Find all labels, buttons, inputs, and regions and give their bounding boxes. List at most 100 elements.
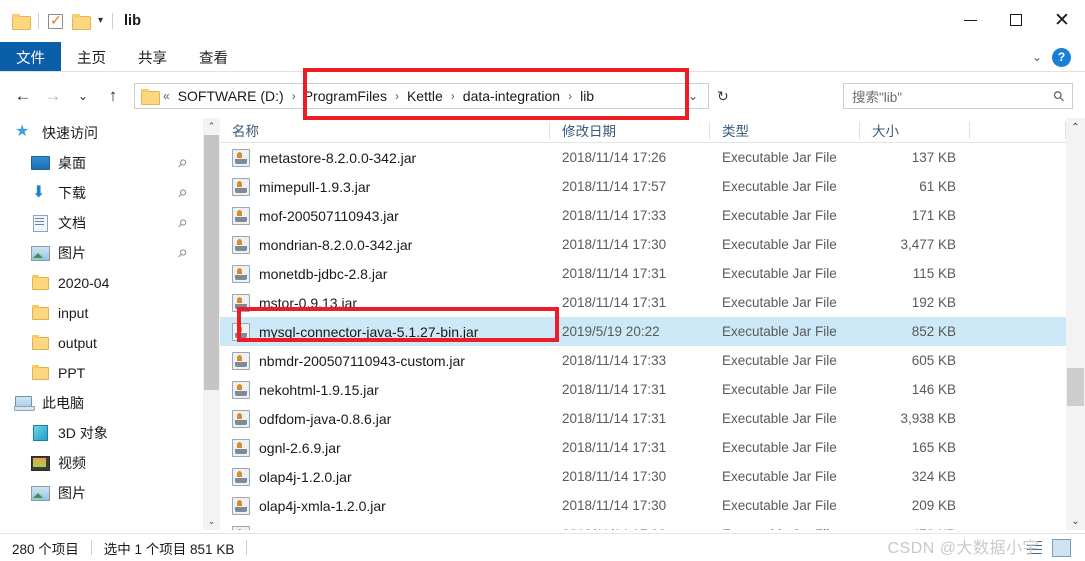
status-item-count: 280 个项目 [12, 541, 79, 557]
tab-home[interactable]: 主页 [61, 42, 122, 72]
sidebar-scroll-thumb[interactable] [204, 135, 219, 390]
sidebar-item-0[interactable]: 快速访问 [0, 118, 200, 148]
minimize-icon[interactable] [947, 0, 993, 40]
large-icons-view-icon[interactable] [1052, 538, 1071, 557]
close-icon[interactable]: ✕ [1039, 0, 1085, 40]
breadcrumb-item-programfiles[interactable]: ProgramFiles [301, 88, 390, 104]
sidebar-item-8[interactable]: PPT [0, 358, 200, 388]
table-row[interactable]: mof-200507110943.jar 2018/11/14 17:33 Exec… [220, 201, 1066, 230]
file-size: 3,477 KB [900, 237, 956, 252]
chevron-down-icon[interactable]: ⌄ [1032, 50, 1042, 64]
table-row[interactable]: mstor-0.9.13.jar 2018/11/14 17:31 Executab… [220, 288, 1066, 317]
table-row[interactable]: mimepull-1.9.3.jar 2018/11/14 17:57 Execut… [220, 172, 1066, 201]
search-icon[interactable]: ⚲ [1049, 86, 1068, 105]
search-input[interactable]: 搜索"lib" ⚲ [843, 83, 1073, 109]
file-list-scroll-thumb[interactable] [1067, 368, 1084, 406]
sidebar-item-label: 快速访问 [42, 125, 98, 141]
table-row[interactable]: monetdb-jdbc-2.8.jar 2018/11/14 17:31 Exec… [220, 259, 1066, 288]
back-button[interactable]: ← [8, 81, 38, 111]
breadcrumb-separator[interactable]: › [567, 89, 573, 103]
scroll-up-icon[interactable]: ⌃ [203, 118, 220, 135]
up-button[interactable]: ↑ [98, 81, 128, 111]
file-date: 2018/11/14 17:31 [562, 382, 667, 397]
tab-file[interactable]: 文件 [0, 42, 61, 72]
table-row[interactable]: olap4j-1.2.0.jar 2018/11/14 17:30 Executab… [220, 462, 1066, 491]
title-bar: ▾ lib ✕ [0, 0, 1085, 42]
sidebar-item-10[interactable]: 3D 对象 [0, 418, 200, 448]
table-row[interactable]: mondrian-8.2.0.0-342.jar 2018/11/14 17:30… [220, 230, 1066, 259]
star-icon [14, 121, 34, 142]
file-explorer-window: ▾ lib ✕ 文件 主页 共享 查看 ⌄ ? ← → ⌄ ↑ « [0, 0, 1085, 561]
table-row[interactable]: nekohtml-1.9.15.jar 2018/11/14 17:31 Execu… [220, 375, 1066, 404]
file-date: 2018/11/14 17:31 [562, 411, 667, 426]
sidebar-item-11[interactable]: 视频 [0, 448, 200, 478]
breadcrumb-separator[interactable]: › [450, 89, 456, 103]
sidebar-item-12[interactable]: 图片 [0, 478, 200, 508]
file-size: 61 KB [919, 179, 956, 194]
sidebar-item-7[interactable]: output [0, 328, 200, 358]
help-button[interactable]: ? [1052, 47, 1071, 67]
file-name: mof-200507110943.jar [259, 207, 399, 224]
sidebar-item-3[interactable]: 文档 ⚲ [0, 208, 200, 238]
column-header-name[interactable]: 名称 [220, 118, 550, 143]
file-list-scrollbar[interactable]: ⌃ ⌄ [1066, 118, 1085, 530]
maximize-icon[interactable] [993, 0, 1039, 40]
file-date: 2018/11/14 17:33 [562, 353, 667, 368]
tab-share[interactable]: 共享 [122, 42, 183, 72]
jar-file-icon [232, 525, 250, 530]
tab-view[interactable]: 查看 [183, 42, 244, 72]
sidebar-scrollbar[interactable]: ⌃ ⌄ [203, 118, 220, 530]
file-name: mondrian-8.2.0.0-342.jar [259, 236, 413, 253]
sidebar-item-1[interactable]: 桌面 ⚲ [0, 148, 200, 178]
breadcrumb-separator[interactable]: › [291, 89, 297, 103]
recent-locations-button[interactable]: ⌄ [68, 81, 98, 111]
sidebar-item-9[interactable]: 此电脑 [0, 388, 200, 418]
table-row[interactable]: mysql-connector-java-5.1.27-bin.jar 2019/… [220, 317, 1066, 346]
address-bar: ← → ⌄ ↑ « SOFTWARE (D:) › ProgramFiles ›… [0, 76, 1085, 116]
video-icon [30, 454, 50, 472]
sidebar-item-6[interactable]: input [0, 298, 200, 328]
breadcrumb-item-lib[interactable]: lib [577, 88, 597, 104]
table-row[interactable]: openide-util-200507110943.jar2018/11/14 … [220, 520, 1066, 530]
file-name: nbmdr-200507110943-custom.jar [259, 352, 465, 369]
column-header-size[interactable]: 大小 [860, 118, 970, 143]
scroll-up-icon[interactable]: ⌃ [1066, 118, 1085, 136]
file-type: Executable Jar File [722, 440, 837, 455]
customize-dropdown-icon[interactable]: ▾ [98, 16, 103, 26]
file-date: 2018/11/14 17:30 [562, 469, 667, 484]
navigation-buttons: ← → ⌄ ↑ [0, 81, 128, 111]
3d-icon [30, 424, 50, 442]
properties-checkbox-icon[interactable] [48, 12, 63, 29]
breadcrumb-item-drive[interactable]: SOFTWARE (D:) [175, 88, 287, 104]
breadcrumb-separator[interactable]: › [394, 89, 400, 103]
scroll-down-icon[interactable]: ⌄ [1066, 512, 1085, 530]
breadcrumb-item-kettle[interactable]: Kettle [404, 88, 446, 104]
breadcrumb-item-data-integration[interactable]: data-integration [460, 88, 563, 104]
folder-icon[interactable] [12, 14, 31, 30]
refresh-icon[interactable]: ↻ [717, 88, 729, 105]
table-row[interactable]: metastore-8.2.0.0-342.jar 2018/11/14 17:2… [220, 143, 1066, 172]
pin-icon[interactable]: ⚲ [175, 186, 190, 200]
pin-icon[interactable]: ⚲ [175, 216, 190, 230]
file-size: 115 KB [912, 266, 956, 281]
new-folder-icon[interactable] [72, 14, 91, 30]
pc-icon [14, 394, 35, 412]
table-row[interactable]: odfdom-java-0.8.6.jar 2018/11/14 17:31 Exe… [220, 404, 1066, 433]
file-name: odfdom-java-0.8.6.jar [259, 410, 392, 427]
sidebar-item-4[interactable]: 图片 ⚲ [0, 238, 200, 268]
table-row[interactable]: nbmdr-200507110943-custom.jar 2018/11/14 … [220, 346, 1066, 375]
file-size: 165 KB [911, 440, 956, 455]
scroll-down-icon[interactable]: ⌄ [203, 513, 220, 530]
column-header-date[interactable]: 修改日期 [550, 118, 710, 143]
sidebar-item-5[interactable]: 2020-04 [0, 268, 200, 298]
table-row[interactable]: ognl-2.6.9.jar 2018/11/14 17:31 Executable… [220, 433, 1066, 462]
sidebar-item-2[interactable]: 下载 ⚲ [0, 178, 200, 208]
breadcrumb-dropdown-icon[interactable]: ⌄ [688, 89, 698, 103]
forward-button[interactable]: → [38, 81, 68, 111]
pin-icon[interactable]: ⚲ [175, 246, 190, 260]
table-row[interactable]: olap4j-xmla-1.2.0.jar 2018/11/14 17:30 Exe… [220, 491, 1066, 520]
search-placeholder: 搜索"lib" [852, 90, 903, 105]
column-header-type[interactable]: 类型 [710, 118, 860, 143]
pin-icon[interactable]: ⚲ [175, 156, 190, 170]
breadcrumb[interactable]: « SOFTWARE (D:) › ProgramFiles › Kettle … [134, 83, 709, 109]
